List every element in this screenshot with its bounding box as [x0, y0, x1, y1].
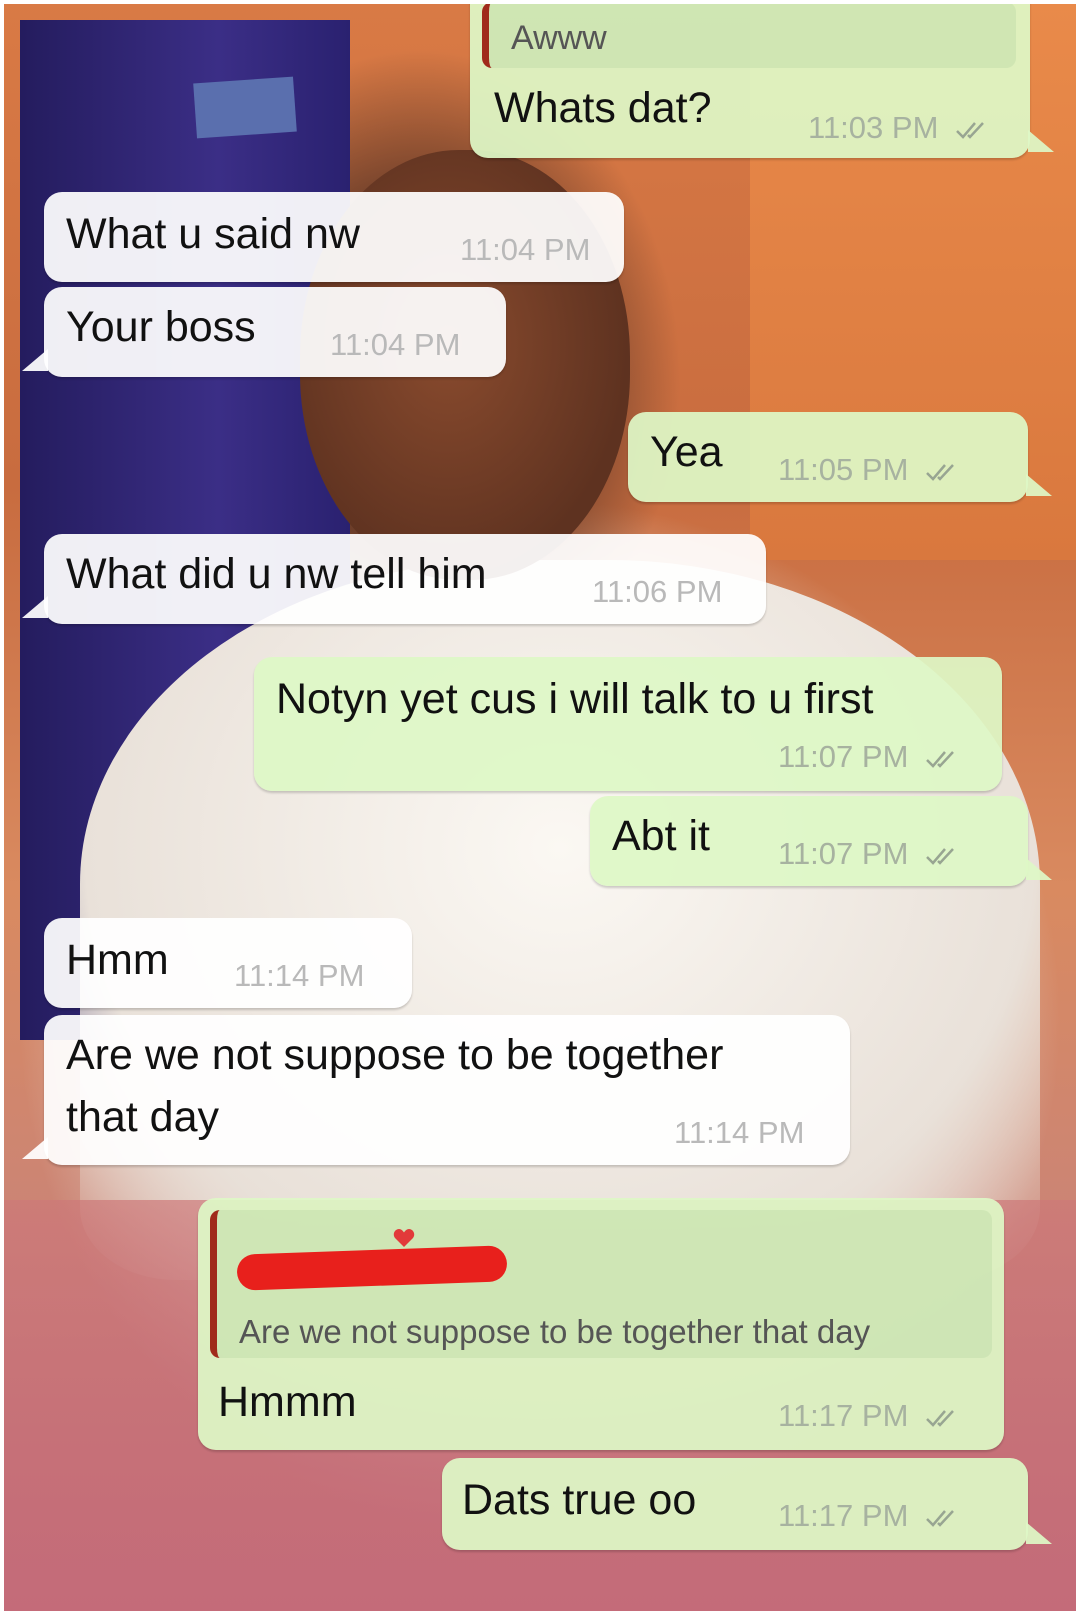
heart-icon [393, 1229, 415, 1247]
message-time: 11:14 PM [234, 958, 365, 993]
message-time: 11:06 PM [592, 574, 723, 609]
message-time: 11:17 PM [778, 1498, 959, 1534]
message-bubble-incoming[interactable]: Your boss 11:04 PM [22, 287, 506, 377]
wallpaper-door-sign [193, 76, 297, 139]
quoted-text: Awww [511, 19, 607, 57]
message-time: 11:17 PM [778, 1398, 959, 1434]
message-text: Abt it [612, 812, 710, 860]
message-time-text: 11:07 PM [778, 739, 909, 774]
redacted-sender-name [236, 1245, 508, 1291]
message-time: 11:14 PM [674, 1115, 805, 1150]
message-time-text: 11:05 PM [778, 452, 909, 487]
message-bubble-outgoing[interactable]: Dats true oo 11:17 PM [442, 1458, 1052, 1550]
double-check-icon [926, 1409, 954, 1427]
message-text: Dats true oo [462, 1476, 697, 1524]
message-time: 11:07 PM [778, 739, 959, 775]
message-text: What u said nw [66, 210, 360, 258]
double-check-icon [926, 847, 954, 865]
message-bubble-outgoing[interactable]: Notyn yet cus i will talk to u first 11:… [254, 657, 1002, 791]
message-text: Your boss [66, 303, 256, 351]
message-bubble-outgoing[interactable]: Awww Whats dat? 11:03 PM [470, 0, 1054, 158]
message-bubble-outgoing[interactable]: Yea 11:05 PM [628, 412, 1052, 502]
quoted-text: Are we not suppose to be together that d… [239, 1313, 871, 1350]
double-check-icon [956, 121, 984, 139]
message-time-text: 11:03 PM [808, 110, 939, 145]
quoted-message[interactable]: Awww [482, 2, 1016, 68]
message-bubble-incoming[interactable]: Are we not suppose to be together that d… [22, 1015, 850, 1165]
message-bubble-incoming[interactable]: What u said nw 11:04 PM [44, 192, 624, 282]
message-time: 11:05 PM [778, 452, 959, 488]
message-text-line1: Are we not suppose to be together [66, 1031, 724, 1079]
message-time: 11:04 PM [460, 232, 591, 267]
message-text: What did u nw tell him [66, 550, 487, 598]
message-bubble-incoming[interactable]: Hmm 11:14 PM [44, 918, 412, 1008]
double-check-icon [926, 750, 954, 768]
quoted-message[interactable]: Are we not suppose to be together that d… [210, 1210, 992, 1358]
double-check-icon [926, 1509, 954, 1527]
message-time: 11:04 PM [330, 327, 461, 362]
message-text: Yea [650, 428, 723, 476]
message-bubble-outgoing[interactable]: Are we not suppose to be together that d… [198, 1198, 1004, 1450]
message-time-text: 11:07 PM [778, 836, 909, 871]
message-text-line2: that day [66, 1093, 219, 1141]
message-text: Notyn yet cus i will talk to u first [276, 675, 874, 723]
double-check-icon [926, 463, 954, 481]
message-text: Hmm [66, 936, 169, 984]
message-text: Hmmm [218, 1378, 357, 1426]
message-time: 11:07 PM [778, 836, 959, 872]
message-time: 11:03 PM [808, 110, 989, 146]
message-time-text: 11:17 PM [778, 1398, 909, 1433]
message-text: Whats dat? [494, 84, 712, 132]
message-time-text: 11:17 PM [778, 1498, 909, 1533]
message-bubble-outgoing[interactable]: Abt it 11:07 PM [590, 796, 1052, 886]
message-bubble-incoming[interactable]: What did u nw tell him 11:06 PM [22, 534, 766, 624]
